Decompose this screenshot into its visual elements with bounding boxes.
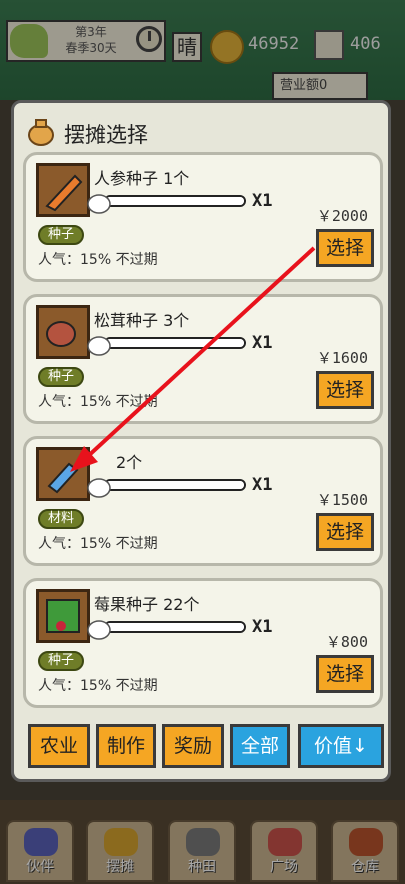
quantity-slider[interactable]	[104, 479, 246, 491]
select-button[interactable]: 选择	[316, 229, 374, 267]
select-button[interactable]: 选择	[316, 371, 374, 409]
item-description: 人气：15% 不过期	[38, 678, 158, 694]
item-description: 人气：15% 不过期	[38, 536, 158, 552]
item-name: 莓果种子 22个	[94, 595, 200, 614]
category-tag: 种子	[38, 367, 84, 387]
item-name: 松茸种子 3个	[94, 311, 190, 330]
hand-pointer-icon[interactable]	[86, 193, 112, 215]
matsutake-seed-icon	[36, 305, 90, 359]
quantity-multiplier: X1	[252, 333, 273, 353]
ginseng-seed-icon	[36, 163, 90, 217]
item-card[interactable]: 莓果种子 22个 X1 种子 人气：15% 不过期 ￥800 选择	[23, 578, 383, 708]
quantity-slider[interactable]	[104, 337, 246, 349]
hand-pointer-icon[interactable]	[86, 477, 112, 499]
dialog-title: 摆摊选择	[64, 123, 148, 147]
quantity-multiplier: X1	[252, 475, 273, 495]
item-card[interactable]: 2个 X1 材料 人气：15% 不过期 ￥1500 选择	[23, 436, 383, 566]
item-price: ￥1600	[316, 349, 368, 367]
filter-all-button[interactable]: 全部	[230, 724, 290, 768]
item-name: 人参种子 1个	[94, 169, 190, 188]
crystal-material-icon	[36, 447, 90, 501]
filter-reward-button[interactable]: 奖励	[162, 724, 224, 768]
item-price: ￥1500	[316, 491, 368, 509]
item-description: 人气：15% 不过期	[38, 394, 158, 410]
item-price: ￥2000	[316, 207, 368, 225]
category-tag: 种子	[38, 651, 84, 671]
hand-pointer-icon[interactable]	[86, 619, 112, 641]
item-price: ￥800	[325, 633, 368, 651]
sort-value-button[interactable]: 价值↓	[298, 724, 384, 768]
select-button[interactable]: 选择	[316, 655, 374, 693]
berry-seed-icon	[36, 589, 90, 643]
filter-crafting-button[interactable]: 制作	[96, 724, 156, 768]
select-button[interactable]: 选择	[316, 513, 374, 551]
category-tag: 种子	[38, 225, 84, 245]
quantity-multiplier: X1	[252, 617, 273, 637]
quantity-slider[interactable]	[104, 195, 246, 207]
category-tag: 材料	[38, 509, 84, 529]
quantity-multiplier: X1	[252, 191, 273, 211]
item-description: 人气：15% 不过期	[38, 252, 158, 268]
filter-agriculture-button[interactable]: 农业	[28, 724, 90, 768]
bag-icon	[28, 119, 54, 146]
item-card[interactable]: 松茸种子 3个 X1 种子 人气：15% 不过期 ￥1600 选择	[23, 294, 383, 424]
hand-pointer-icon[interactable]	[86, 335, 112, 357]
quantity-slider[interactable]	[104, 621, 246, 633]
item-card[interactable]: 人参种子 1个 X1 种子 人气：15% 不过期 ￥2000 选择	[23, 152, 383, 282]
filter-bar: 农业 制作 奖励 全部 价值↓	[28, 724, 388, 770]
item-name: 2个	[116, 453, 143, 472]
